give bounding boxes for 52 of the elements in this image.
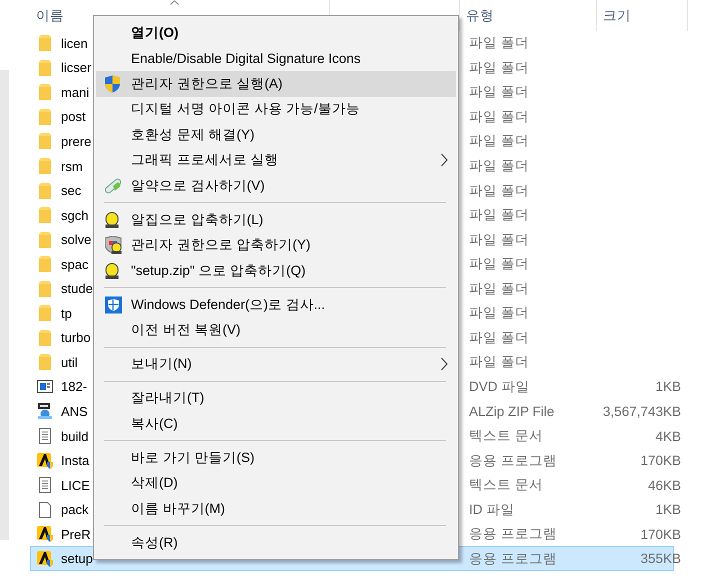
- size-cell: 170KB: [640, 453, 681, 468]
- file-name: turbo: [61, 330, 91, 346]
- type-cell: 텍스트 문서: [469, 477, 543, 492]
- type-cell: 파일 폴더: [469, 133, 529, 148]
- type-cell: 파일 폴더: [469, 158, 529, 173]
- size-cell: 46KB: [648, 478, 681, 493]
- type-cell: 파일 폴더: [469, 84, 529, 100]
- file-name: LICE: [61, 478, 90, 493]
- file-name: ANS: [61, 404, 88, 419]
- type-cell: ID 파일: [469, 502, 514, 517]
- type-cell: 파일 폴더: [469, 35, 529, 50]
- type-cell: 파일 폴더: [469, 354, 529, 370]
- file-name: PreR: [61, 526, 91, 542]
- type-cell: 텍스트 문서: [469, 428, 543, 444]
- size-cell: 3,567,743KB: [602, 404, 681, 419]
- file-name: build: [61, 428, 88, 444]
- file-name: 182-: [61, 379, 88, 394]
- type-cell: 파일 폴더: [469, 182, 529, 198]
- file-name: sec: [61, 183, 82, 198]
- file-name: pack: [61, 502, 88, 518]
- size-cell: 355KB: [640, 551, 681, 566]
- file-name: stude: [61, 281, 93, 296]
- size-cell: 1KB: [655, 502, 681, 518]
- file-name: post: [61, 109, 86, 124]
- file-name: setup: [61, 551, 93, 566]
- file-name: licser: [61, 60, 92, 76]
- file-name: solve: [61, 232, 92, 248]
- type-cell: 파일 폴더: [469, 232, 529, 247]
- size-cell: 170KB: [640, 526, 681, 542]
- type-cell: DVD 파일: [469, 378, 530, 394]
- type-cell: ALZip ZIP File: [469, 404, 554, 419]
- type-cell: 파일 폴더: [469, 305, 529, 320]
- type-cell: 파일 폴더: [469, 60, 529, 75]
- type-cell: 파일 폴더: [469, 256, 529, 272]
- file-name: Insta: [61, 453, 90, 468]
- type-cell: 파일 폴더: [469, 207, 529, 222]
- file-name: tp: [61, 306, 72, 321]
- type-cell: 응용 프로그램: [469, 550, 557, 566]
- file-name: spac: [61, 256, 88, 272]
- type-cell: 응용 프로그램: [469, 452, 557, 468]
- file-name: mani: [61, 84, 90, 100]
- type-cell: 파일 폴더: [469, 330, 529, 345]
- type-cell: 파일 폴더: [469, 108, 529, 124]
- type-cell: 파일 폴더: [469, 280, 529, 296]
- file-name: sgch: [61, 208, 88, 223]
- type-cell: 응용 프로그램: [469, 526, 557, 542]
- file-name: util: [61, 354, 78, 370]
- file-name: rsm: [61, 158, 83, 174]
- file-name: licen: [61, 36, 88, 51]
- size-cell: 1KB: [655, 379, 681, 394]
- file-name: prere: [61, 134, 92, 149]
- size-cell: 4KB: [655, 428, 681, 444]
